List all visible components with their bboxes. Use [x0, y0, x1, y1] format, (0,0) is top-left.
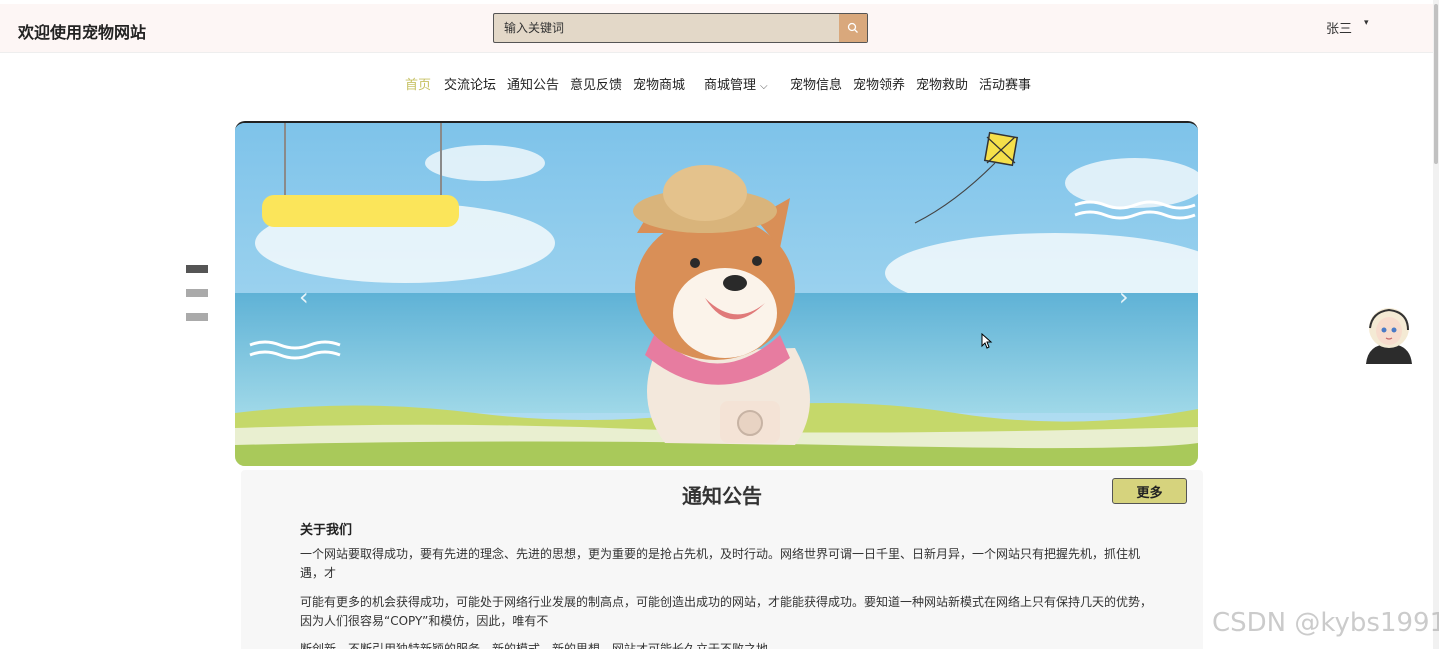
- about-title: 关于我们: [300, 523, 353, 538]
- carousel-indicator[interactable]: [186, 265, 208, 273]
- notice-section: 通知公告 更多 关于我们 一个网站要取得成功，要有先进的理念、先进的思想，更为重…: [241, 470, 1203, 649]
- user-menu-caret-icon[interactable]: ▾: [1364, 18, 1369, 28]
- carousel-next-arrow[interactable]: ›: [1119, 283, 1129, 311]
- watermark: CSDN @kybs1991: [1212, 608, 1439, 638]
- customer-service-avatar-icon[interactable]: [1358, 304, 1420, 366]
- nav-item-home[interactable]: 首页: [405, 74, 431, 93]
- search-box: [493, 13, 868, 43]
- carousel-indicator[interactable]: [186, 289, 208, 297]
- top-header: 欢迎使用宠物网站 张三 ▾: [0, 4, 1433, 53]
- more-button[interactable]: 更多: [1112, 478, 1187, 504]
- nav-item-shop[interactable]: 宠物商城: [633, 74, 685, 93]
- nav-item-forum[interactable]: 交流论坛: [444, 74, 496, 93]
- carousel-banner[interactable]: ‹ ›: [235, 121, 1198, 466]
- nav-item-feedback[interactable]: 意见反馈: [570, 74, 622, 93]
- search-icon: [847, 22, 858, 33]
- notice-title: 通知公告: [682, 484, 762, 508]
- nav-item-pet-info[interactable]: 宠物信息: [790, 74, 842, 93]
- nav-item-shop-manage-label: 商城管理: [704, 78, 757, 93]
- nav-item-adoption[interactable]: 宠物领养: [853, 74, 905, 93]
- nav-item-notice[interactable]: 通知公告: [507, 74, 559, 93]
- site-title: 欢迎使用宠物网站: [18, 23, 147, 42]
- carousel-indicators: [186, 265, 208, 337]
- about-paragraph: 一个网站要取得成功，要有先进的理念、先进的思想，更为重要的是抢占先机，及时行动。…: [300, 547, 1141, 580]
- about-paragraph: 断创新，不断引用独特新颖的服务，新的模式、新的思想，网站才可能长久立于不败之地。: [300, 642, 781, 649]
- mouse-cursor-icon: [981, 333, 993, 349]
- carousel-indicator[interactable]: [186, 313, 208, 321]
- carousel-prev-arrow[interactable]: ‹: [299, 283, 309, 311]
- nav-item-shop-manage[interactable]: 商城管理 ⌵: [704, 74, 768, 93]
- main-nav: 首页 交流论坛 通知公告 意见反馈 宠物商城 商城管理 ⌵ 宠物信息 宠物领养 宠…: [0, 74, 1433, 94]
- chevron-down-icon: ⌵: [760, 81, 768, 92]
- nav-item-rescue[interactable]: 宠物救助: [916, 74, 968, 93]
- banner-image: [235, 123, 1198, 466]
- search-button[interactable]: [839, 14, 867, 42]
- about-paragraph: 可能有更多的机会获得成功，可能处于网络行业发展的制高点，可能创造出成功的网站，才…: [300, 595, 1153, 628]
- nav-item-events[interactable]: 活动赛事: [979, 74, 1031, 93]
- page-scrollbar[interactable]: [1433, 0, 1439, 649]
- search-input[interactable]: [494, 14, 840, 42]
- user-menu-name[interactable]: 张三: [1326, 18, 1352, 37]
- scrollbar-thumb[interactable]: [1434, 4, 1438, 164]
